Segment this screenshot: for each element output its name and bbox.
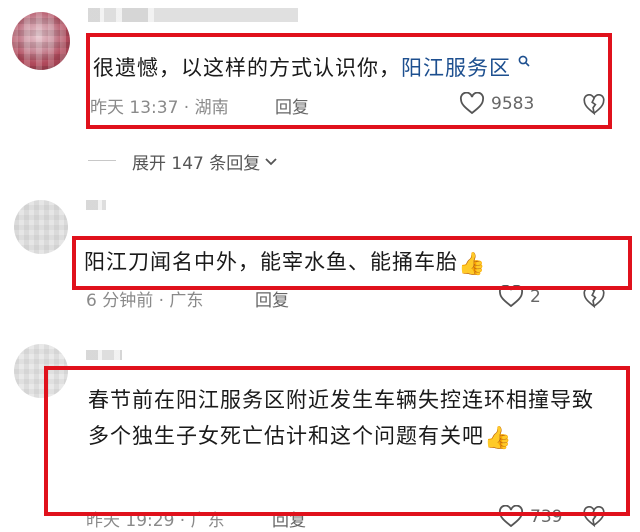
highlight-box — [72, 236, 632, 290]
avatar[interactable] — [12, 12, 70, 70]
highlight-box — [44, 366, 630, 516]
expand-replies-label: 展开 147 条回复 — [132, 154, 261, 174]
dislike-button[interactable] — [583, 286, 605, 309]
username-blurred[interactable] — [86, 350, 122, 360]
expand-replies-button[interactable]: 展开 147 条回复 — [132, 149, 278, 174]
like-count: 2 — [530, 287, 541, 307]
highlight-box — [86, 33, 612, 129]
avatar[interactable] — [14, 200, 68, 254]
broken-heart-icon — [583, 286, 605, 309]
username-blurred[interactable] — [88, 8, 298, 22]
expand-divider — [88, 160, 116, 161]
chevron-down-icon — [265, 157, 277, 165]
username-blurred[interactable] — [86, 200, 106, 210]
